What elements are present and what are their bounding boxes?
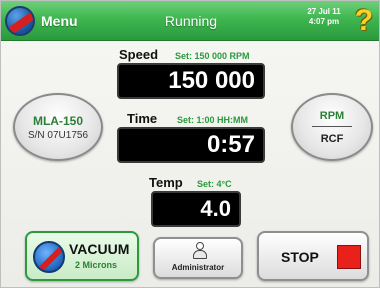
vacuum-button[interactable]: VACUUM 2 Microns	[25, 231, 139, 281]
user-icon	[193, 242, 207, 260]
help-icon[interactable]: ?	[353, 6, 375, 36]
speed-setpoint: Set: 150 000 RPM	[175, 51, 250, 61]
rotor-name: MLA-150	[32, 113, 83, 128]
time-setpoint: Set: 1:00 HH:MM	[177, 115, 249, 125]
menu-label: Menu	[41, 13, 78, 29]
temp-label: Temp	[149, 175, 183, 190]
vacuum-value: 2 Microns	[75, 260, 118, 270]
centrifuge-screen: Menu Running 27 Jul 11 4:07 pm ? Speed S…	[0, 0, 380, 288]
time-text: 4:07 pm	[308, 17, 340, 26]
divider	[312, 125, 352, 127]
rotor-button[interactable]: MLA-150 S/N 07U1756	[13, 93, 103, 161]
speed-label: Speed	[119, 47, 159, 62]
administrator-label: Administrator	[171, 263, 225, 272]
date-time: 27 Jul 11 4:07 pm	[299, 7, 349, 27]
speed-value: 150 000	[168, 67, 255, 94]
header-bar: Menu Running 27 Jul 11 4:07 pm ?	[1, 1, 379, 41]
administrator-button[interactable]: Administrator	[153, 237, 243, 279]
stop-icon	[337, 245, 361, 269]
temp-value: 4.0	[200, 196, 231, 221]
rpm-rcf-toggle[interactable]: RPM RCF	[291, 93, 373, 161]
stop-label: STOP	[281, 249, 319, 265]
rotor-serial: S/N 07U1756	[27, 129, 89, 141]
time-value: 0:57	[206, 131, 255, 158]
vacuum-title: VACUUM	[69, 241, 130, 257]
time-label: Time	[127, 111, 158, 126]
date-text: 27 Jul 11	[307, 7, 341, 16]
logo-icon	[5, 6, 35, 36]
rpm-option: RPM	[319, 109, 345, 122]
speed-display[interactable]: 150 000	[117, 63, 265, 99]
temp-setpoint: Set: 4°C	[197, 179, 232, 189]
rcf-option: RCF	[320, 132, 344, 145]
stop-button[interactable]: STOP	[257, 231, 369, 281]
menu-button[interactable]: Menu	[5, 5, 105, 37]
time-display[interactable]: 0:57	[117, 127, 265, 163]
vacuum-icon	[33, 241, 65, 273]
temp-display[interactable]: 4.0	[151, 191, 241, 227]
